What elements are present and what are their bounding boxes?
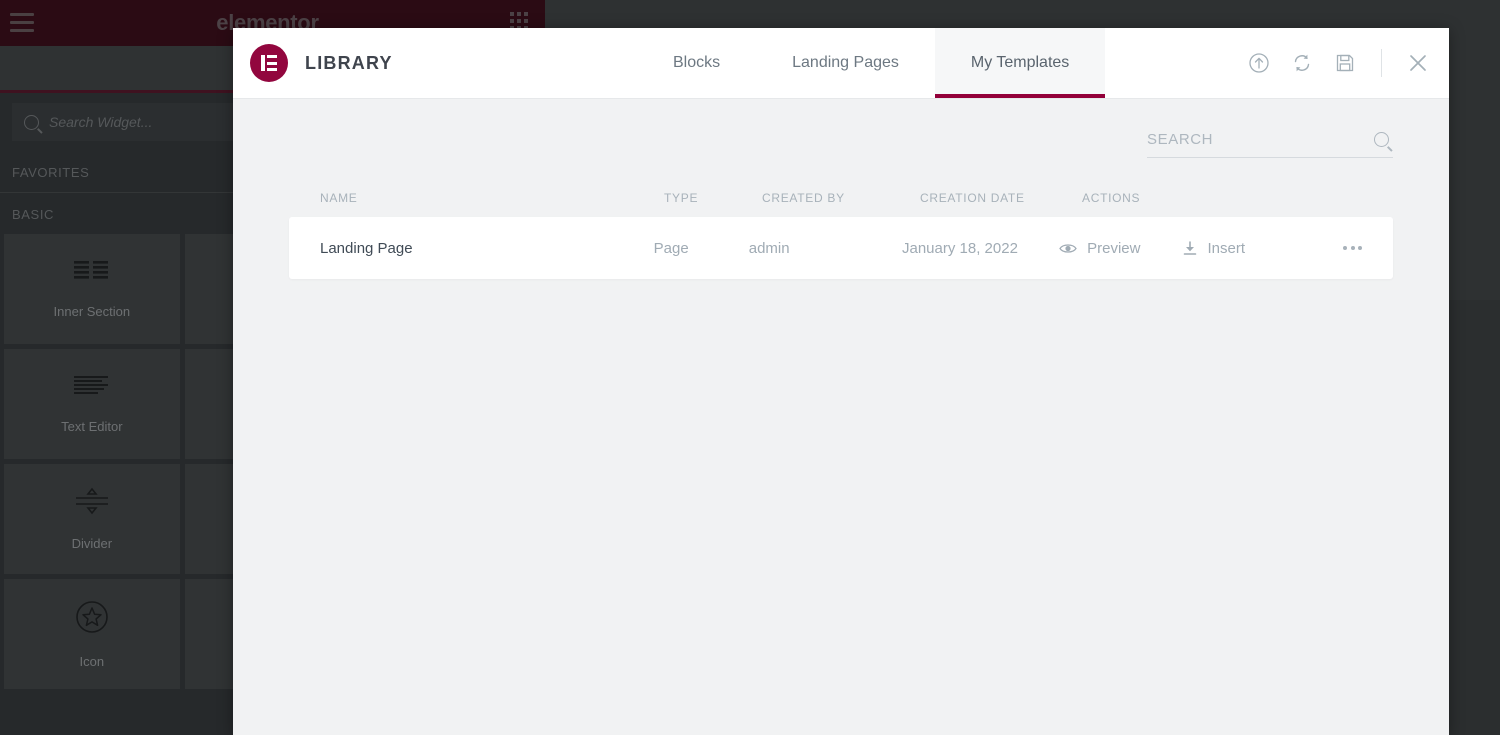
- modal-title: LIBRARY: [305, 52, 393, 73]
- modal-body: SEARCH NAME TYPE CREATED BY CREATION DAT…: [233, 99, 1449, 735]
- tab-blocks[interactable]: Blocks: [637, 28, 756, 98]
- tab-label: Blocks: [673, 54, 721, 71]
- widget-label: Inner Section: [53, 304, 131, 319]
- column-header-actions: ACTIONS: [1082, 191, 1141, 205]
- column-header-type: TYPE: [664, 191, 699, 205]
- search-icon: [1374, 132, 1389, 147]
- text-editor-icon: [73, 374, 110, 405]
- search-row: SEARCH: [233, 99, 1449, 158]
- cell-actions: Preview Insert: [1059, 240, 1362, 257]
- widget-search-placeholder: Search Widget...: [49, 114, 153, 130]
- column-header-creation-date: CREATION DATE: [920, 191, 1025, 205]
- download-icon: [1184, 240, 1197, 255]
- column-header-name: NAME: [320, 191, 358, 205]
- widget-text-editor[interactable]: Text Editor: [4, 349, 180, 459]
- upload-icon[interactable]: [1248, 52, 1270, 74]
- elementor-logo-icon: [250, 44, 288, 82]
- cell-type: Page: [653, 239, 689, 257]
- modal-header: LIBRARY Blocks Landing Pages My Template…: [233, 28, 1449, 99]
- more-options-icon[interactable]: [1343, 246, 1362, 250]
- template-library-modal: LIBRARY Blocks Landing Pages My Template…: [233, 28, 1449, 735]
- inner-section-icon: [73, 259, 110, 290]
- widget-inner-section[interactable]: Inner Section: [4, 234, 180, 344]
- widget-icon[interactable]: Icon: [4, 579, 180, 689]
- hamburger-icon[interactable]: [10, 11, 34, 33]
- table-header-row: NAME TYPE CREATED BY CREATION DATE ACTIO…: [289, 191, 1393, 217]
- sync-icon[interactable]: [1291, 52, 1313, 74]
- tab-label: Landing Pages: [792, 54, 899, 71]
- search-input[interactable]: SEARCH: [1147, 131, 1393, 158]
- header-divider: [1381, 49, 1382, 77]
- cell-created-by: admin: [748, 239, 790, 257]
- insert-button[interactable]: Insert: [1183, 240, 1245, 257]
- star-icon: [74, 599, 110, 640]
- widget-label: Icon: [79, 654, 105, 669]
- save-icon[interactable]: [1334, 52, 1356, 74]
- search-placeholder: SEARCH: [1147, 131, 1214, 148]
- divider-icon: [74, 487, 110, 522]
- modal-brand: LIBRARY: [233, 28, 580, 98]
- cell-creation-date: January 18, 2022: [901, 239, 1018, 257]
- tab-my-templates[interactable]: My Templates: [934, 28, 1106, 98]
- modal-tabs: Blocks Landing Pages My Templates: [637, 28, 1106, 98]
- insert-label: Insert: [1207, 239, 1245, 257]
- preview-label: Preview: [1087, 239, 1141, 257]
- modal-header-actions: [1248, 28, 1429, 98]
- tab-label: My Templates: [970, 54, 1070, 71]
- eye-icon: [1059, 243, 1077, 253]
- widget-label: Text Editor: [61, 419, 123, 434]
- search-icon: [24, 114, 39, 130]
- templates-table: NAME TYPE CREATED BY CREATION DATE ACTIO…: [289, 191, 1393, 279]
- cell-template-name: Landing Page: [320, 239, 413, 257]
- table-row[interactable]: Landing Page Page admin January 18, 2022…: [289, 217, 1393, 279]
- preview-button[interactable]: Preview: [1059, 240, 1140, 257]
- tab-landing-pages[interactable]: Landing Pages: [756, 28, 935, 98]
- column-header-created-by: CREATED BY: [762, 191, 845, 205]
- widget-label: Divider: [71, 536, 113, 551]
- close-icon[interactable]: [1407, 52, 1429, 74]
- widget-divider[interactable]: Divider: [4, 464, 180, 574]
